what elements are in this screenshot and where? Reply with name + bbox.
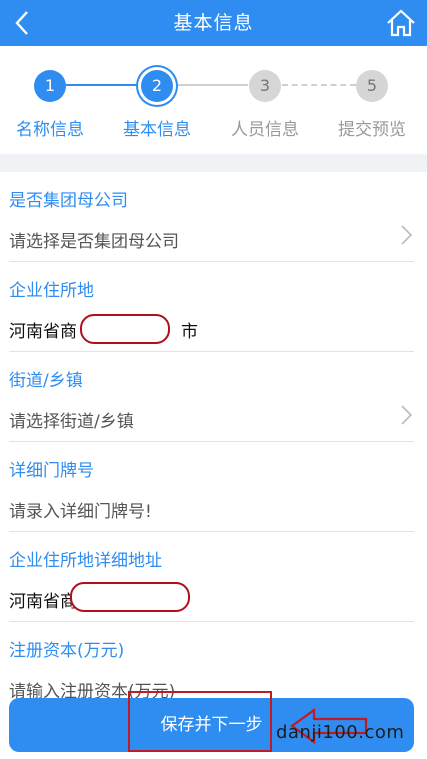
street-label: 街道/乡镇: [9, 371, 83, 391]
step-5-label: 提交预览: [338, 120, 406, 140]
street-field[interactable]: 街道/乡镇 请选择街道/乡镇: [0, 352, 427, 442]
page-title: 基本信息: [173, 12, 254, 34]
redaction-mark: [70, 582, 190, 612]
top-nav-bar: 基本信息: [0, 0, 427, 46]
highlight-box: [128, 691, 272, 752]
group-parent-field[interactable]: 是否集团母公司 请选择是否集团母公司: [0, 172, 427, 262]
step-3-circle: 3: [249, 70, 281, 102]
chevron-right-icon: [401, 225, 413, 245]
home-icon[interactable]: [385, 7, 417, 39]
door-number-input[interactable]: 请录入详细门牌号!: [9, 497, 152, 522]
section-gap: [0, 154, 427, 172]
detail-address-label: 企业住所地详细地址: [9, 551, 162, 571]
door-number-label: 详细门牌号: [9, 461, 94, 481]
residence-value-prefix: 河南省商: [9, 322, 77, 342]
residence-label: 企业住所地: [9, 281, 94, 301]
step-connector: [282, 84, 356, 86]
step-connector: [66, 84, 140, 86]
step-connector: [174, 84, 248, 86]
step-2-label: 基本信息: [123, 120, 191, 140]
redaction-mark: [80, 314, 170, 344]
watermark: danji100.com: [276, 722, 405, 743]
detail-address-value[interactable]: 河南省商: [9, 587, 77, 612]
step-1-label: 名称信息: [16, 120, 84, 140]
door-number-field[interactable]: 详细门牌号 请录入详细门牌号!: [0, 442, 427, 532]
step-1-circle: 1: [34, 70, 66, 102]
group-parent-label: 是否集团母公司: [9, 191, 128, 211]
capital-label: 注册资本(万元): [9, 641, 125, 661]
detail-address-value-prefix: 河南省商: [9, 592, 77, 612]
step-2-circle: 2: [141, 70, 173, 102]
detail-address-field[interactable]: 企业住所地详细地址 河南省商: [0, 532, 427, 622]
step-5-circle: 5: [356, 70, 388, 102]
step-progress: 1 2 3 5 名称信息 基本信息 人员信息 提交预览: [0, 46, 427, 154]
residence-field[interactable]: 企业住所地 河南省商 市: [0, 262, 427, 352]
step-3-label: 人员信息: [231, 120, 299, 140]
capital-field[interactable]: 注册资本(万元) 请输入注册资本(万元): [0, 622, 427, 702]
residence-value-suffix: 市: [181, 322, 198, 342]
street-select[interactable]: 请选择街道/乡镇: [9, 407, 134, 432]
chevron-right-icon: [401, 405, 413, 425]
group-parent-select[interactable]: 请选择是否集团母公司: [9, 227, 179, 252]
